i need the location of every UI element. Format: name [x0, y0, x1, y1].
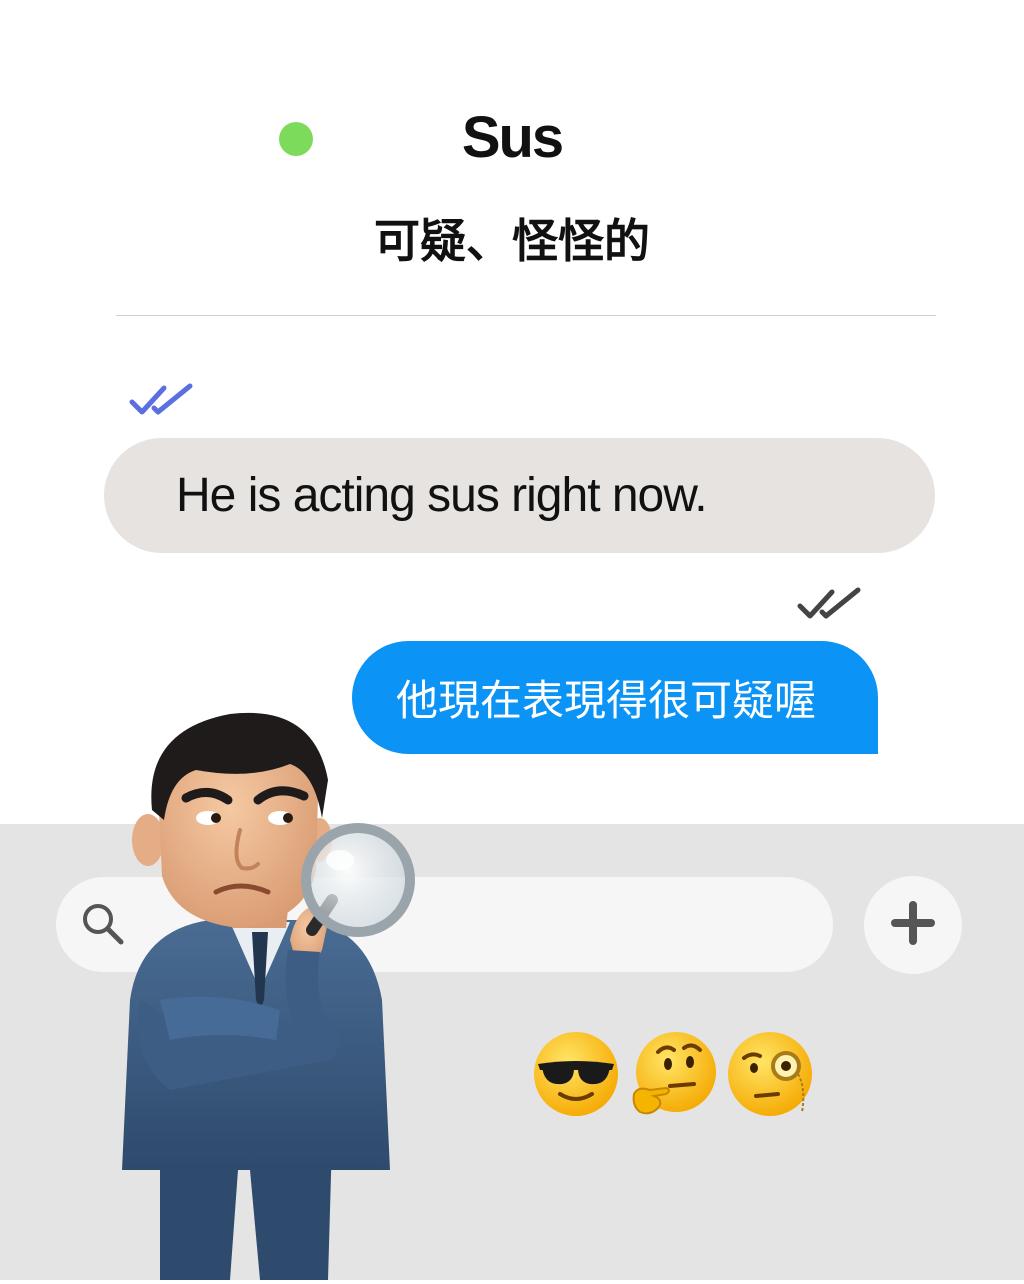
outgoing-message-text: 他現在表現得很可疑喔: [396, 676, 817, 725]
page-subtitle: 可疑、怪怪的: [374, 214, 650, 268]
add-button[interactable]: [864, 876, 962, 974]
page-title: Sus: [461, 105, 564, 170]
incoming-message-bubble[interactable]: He is acting sus right now.: [104, 438, 935, 553]
emoji-row: [530, 1028, 820, 1118]
double-check-icon: [128, 382, 196, 422]
double-check-icon: [796, 586, 864, 626]
monocle-emoji-icon[interactable]: [726, 1028, 818, 1124]
plus-icon: [889, 899, 937, 951]
sunglasses-emoji-icon[interactable]: [530, 1028, 622, 1124]
thinking-emoji-icon[interactable]: [628, 1028, 720, 1124]
header-divider: [116, 315, 936, 316]
outgoing-message-bubble[interactable]: 他現在表現得很可疑喔: [352, 641, 878, 754]
detective-illustration: [100, 700, 430, 1280]
incoming-message-text: He is acting sus right now.: [176, 469, 708, 522]
